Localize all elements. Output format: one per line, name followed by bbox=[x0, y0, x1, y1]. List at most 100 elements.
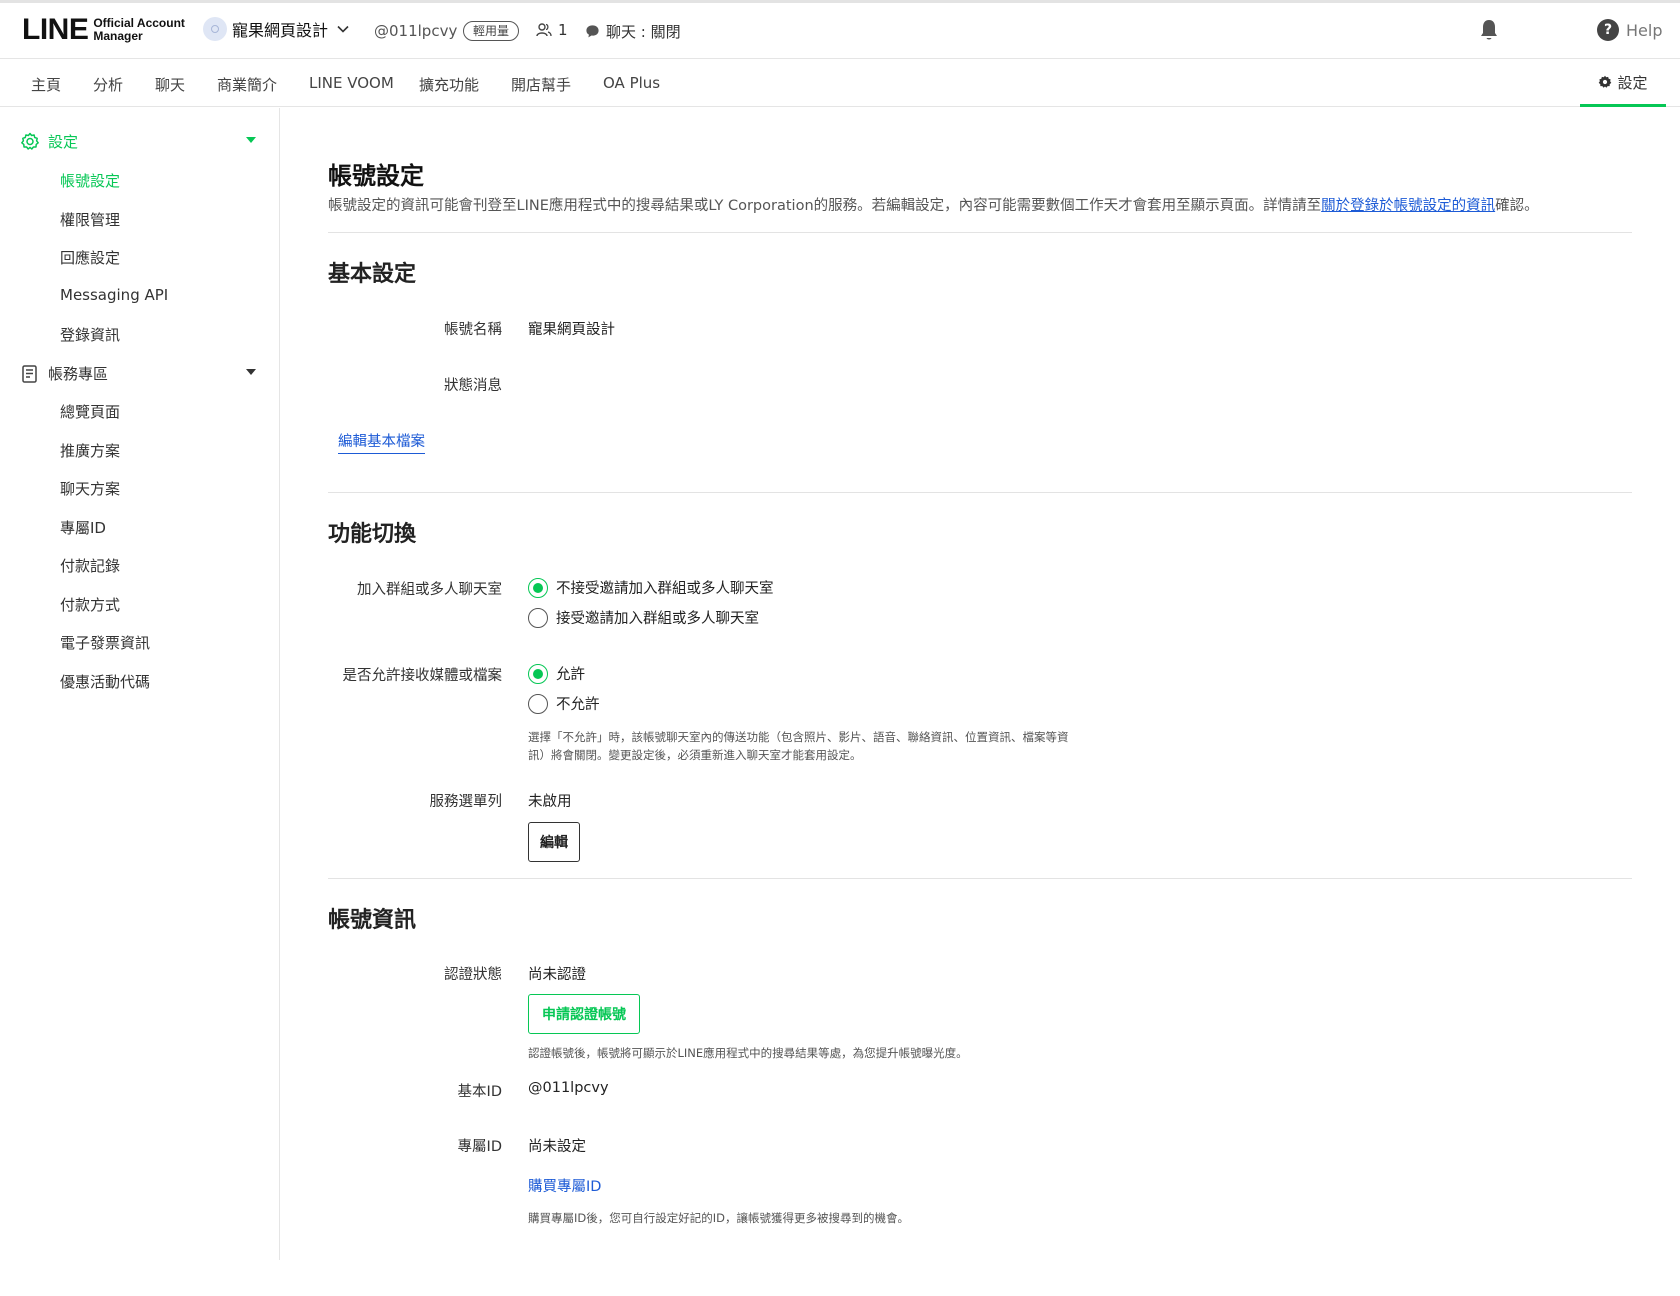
sidebar-item-chat-plan[interactable]: 聊天方案 bbox=[60, 478, 120, 499]
nav-settings-label: 設定 bbox=[1617, 73, 1648, 92]
main-nav: 主頁 分析 聊天 商業簡介 LINE VOOM 擴充功能 開店幫手 OA Plu… bbox=[0, 60, 1680, 107]
divider bbox=[328, 878, 1632, 879]
caret-down-icon bbox=[246, 137, 256, 143]
sidebar-item-promo-code[interactable]: 優惠活動代碼 bbox=[60, 671, 150, 692]
logo-subtitle: Official Account Manager bbox=[93, 17, 185, 43]
nav-home[interactable]: 主頁 bbox=[31, 74, 61, 95]
friends-count[interactable]: 1 bbox=[536, 21, 568, 39]
basic-id-label: 基本ID bbox=[457, 1084, 502, 1100]
sidebar-item-permissions[interactable]: 權限管理 bbox=[60, 209, 120, 230]
header: LINE Official Account Manager 寵果網頁設計 @01… bbox=[0, 3, 1680, 59]
chat-status-text: 聊天 : 關閉 bbox=[606, 23, 681, 41]
sidebar-item-payment-method[interactable]: 付款方式 bbox=[60, 594, 120, 615]
section-title-basic: 基本設定 bbox=[328, 262, 417, 287]
radio-accept-group-invites-label: 接受邀請加入群組或多人聊天室 bbox=[556, 611, 759, 627]
apply-verification-button[interactable]: 申請認證帳號 bbox=[528, 994, 640, 1034]
account-switcher[interactable]: 寵果網頁設計 bbox=[203, 17, 350, 41]
radio-disallow-media-label: 不允許 bbox=[556, 697, 600, 713]
account-basic-id: @011lpcvy bbox=[374, 22, 458, 40]
radio-disallow-media[interactable]: 不允許 bbox=[528, 693, 600, 714]
nav-business-profile[interactable]: 商業簡介 bbox=[217, 74, 277, 95]
premium-id-label: 專屬ID bbox=[457, 1139, 502, 1155]
nav-extensions[interactable]: 擴充功能 bbox=[419, 74, 479, 95]
friends-count-value: 1 bbox=[558, 21, 568, 39]
group-chat-label: 加入群組或多人聊天室 bbox=[357, 582, 502, 598]
media-note-line-2: 訊）將會關閉。變更設定後，必須重新進入聊天室才能套用設定。 bbox=[528, 748, 862, 762]
question-mark-icon: ? bbox=[1597, 19, 1619, 41]
basic-id-value: @011lpcvy bbox=[528, 1080, 609, 1096]
page-description-text: 帳號設定的資訊可能會刊登至LINE應用程式中的搜尋結果或LY Corporati… bbox=[328, 198, 1322, 214]
sidebar-group-billing[interactable]: 帳務專區 bbox=[20, 363, 256, 384]
chat-status[interactable]: 聊天 : 關閉 bbox=[585, 21, 681, 42]
sidebar-item-promotion-plan[interactable]: 推廣方案 bbox=[60, 440, 120, 461]
page-description-end: 確認。 bbox=[1495, 198, 1539, 214]
nav-settings[interactable]: 設定 bbox=[1580, 60, 1666, 107]
plan-badge: 輕用量 bbox=[463, 21, 520, 41]
verification-status-value: 尚未認證 bbox=[528, 967, 586, 983]
rich-menu-value: 未啟用 bbox=[528, 794, 572, 810]
sidebar-item-account-settings[interactable]: 帳號設定 bbox=[60, 170, 120, 191]
sidebar: 設定 帳號設定 權限管理 回應設定 Messaging API 登錄資訊 帳務專… bbox=[0, 108, 280, 1260]
caret-down-icon bbox=[246, 369, 256, 375]
status-message-label: 狀態消息 bbox=[444, 378, 502, 394]
radio-unchecked-icon bbox=[528, 693, 548, 714]
media-note: 選擇「不允許」時，該帳號聊天室內的傳送功能（包含照片、影片、語音、聯絡資訊、位置… bbox=[528, 728, 1098, 764]
help-button[interactable]: ? Help bbox=[1597, 19, 1662, 41]
section-title-account-info: 帳號資訊 bbox=[328, 908, 417, 933]
sidebar-group-settings-label: 設定 bbox=[48, 133, 79, 151]
sidebar-item-payment-history[interactable]: 付款記錄 bbox=[60, 555, 120, 576]
sidebar-group-billing-label: 帳務專區 bbox=[48, 365, 109, 383]
buy-premium-id-link[interactable]: 購買專屬ID bbox=[528, 1175, 601, 1196]
account-avatar bbox=[203, 17, 227, 41]
registered-info-link[interactable]: 關於登錄於帳號設定的資訊 bbox=[1321, 198, 1495, 214]
nav-oa-plus[interactable]: OA Plus bbox=[603, 74, 660, 92]
page-title: 帳號設定 bbox=[328, 162, 424, 190]
sidebar-item-premium-id[interactable]: 專屬ID bbox=[60, 517, 106, 538]
receipt-icon bbox=[22, 364, 37, 383]
sidebar-group-settings[interactable]: 設定 bbox=[20, 131, 256, 152]
sidebar-item-overview[interactable]: 總覽頁面 bbox=[60, 401, 120, 422]
radio-decline-group-invites-label: 不接受邀請加入群組或多人聊天室 bbox=[556, 581, 774, 597]
radio-checked-icon bbox=[528, 663, 548, 684]
account-name-label: 帳號名稱 bbox=[444, 322, 502, 338]
sidebar-item-registered-info[interactable]: 登錄資訊 bbox=[60, 324, 120, 345]
logo-sub-line-2: Manager bbox=[93, 29, 143, 43]
radio-allow-media[interactable]: 允許 bbox=[528, 663, 585, 684]
rich-menu-label: 服務選單列 bbox=[429, 794, 503, 810]
divider bbox=[328, 232, 1632, 233]
help-label: Help bbox=[1626, 20, 1663, 40]
chevron-down-icon bbox=[337, 25, 349, 33]
gear-icon bbox=[21, 132, 39, 150]
premium-id-note: 購買專屬ID後，您可自行設定好記的ID，讓帳號獲得更多被搜尋到的機會。 bbox=[528, 1211, 909, 1225]
nav-chat[interactable]: 聊天 bbox=[155, 74, 185, 95]
nav-analytics[interactable]: 分析 bbox=[93, 74, 123, 95]
friends-icon bbox=[536, 23, 552, 37]
sidebar-item-e-invoice[interactable]: 電子發票資訊 bbox=[60, 632, 150, 653]
verification-status-label: 認證狀態 bbox=[444, 967, 502, 983]
premium-id-value: 尚未設定 bbox=[528, 1139, 586, 1155]
sidebar-item-response-settings[interactable]: 回應設定 bbox=[60, 247, 120, 268]
account-name: 寵果網頁設計 bbox=[232, 21, 329, 40]
gear-icon bbox=[1599, 75, 1612, 88]
chat-bubble-icon bbox=[586, 25, 599, 38]
radio-unchecked-icon bbox=[528, 607, 548, 628]
nav-shop-helper[interactable]: 開店幫手 bbox=[511, 74, 571, 95]
media-files-label: 是否允許接收媒體或檔案 bbox=[342, 668, 503, 684]
radio-checked-icon bbox=[528, 577, 548, 598]
radio-allow-media-label: 允許 bbox=[556, 667, 585, 683]
radio-accept-group-invites[interactable]: 接受邀請加入群組或多人聊天室 bbox=[528, 607, 759, 628]
section-title-features: 功能切換 bbox=[328, 522, 417, 547]
page-description: 帳號設定的資訊可能會刊登至LINE應用程式中的搜尋結果或LY Corporati… bbox=[328, 194, 1539, 215]
logo-line-text: LINE bbox=[22, 13, 89, 46]
bell-icon[interactable] bbox=[1478, 18, 1500, 46]
rich-menu-edit-button[interactable]: 編輯 bbox=[528, 822, 580, 862]
nav-line-voom[interactable]: LINE VOOM bbox=[309, 74, 394, 92]
line-oa-manager-logo[interactable]: LINE Official Account Manager bbox=[22, 15, 185, 45]
edit-profile-link[interactable]: 編輯基本檔案 bbox=[338, 430, 425, 454]
account-name-value: 寵果網頁設計 bbox=[528, 322, 615, 338]
sidebar-item-messaging-api[interactable]: Messaging API bbox=[60, 286, 168, 304]
divider bbox=[328, 492, 1632, 493]
radio-decline-group-invites[interactable]: 不接受邀請加入群組或多人聊天室 bbox=[528, 577, 774, 598]
verification-note: 認證帳號後，帳號將可顯示於LINE應用程式中的搜尋結果等處，為您提升帳號曝光度。 bbox=[528, 1046, 968, 1060]
media-note-line-1: 選擇「不允許」時，該帳號聊天室內的傳送功能（包含照片、影片、語音、聯絡資訊、位置… bbox=[528, 730, 1069, 744]
